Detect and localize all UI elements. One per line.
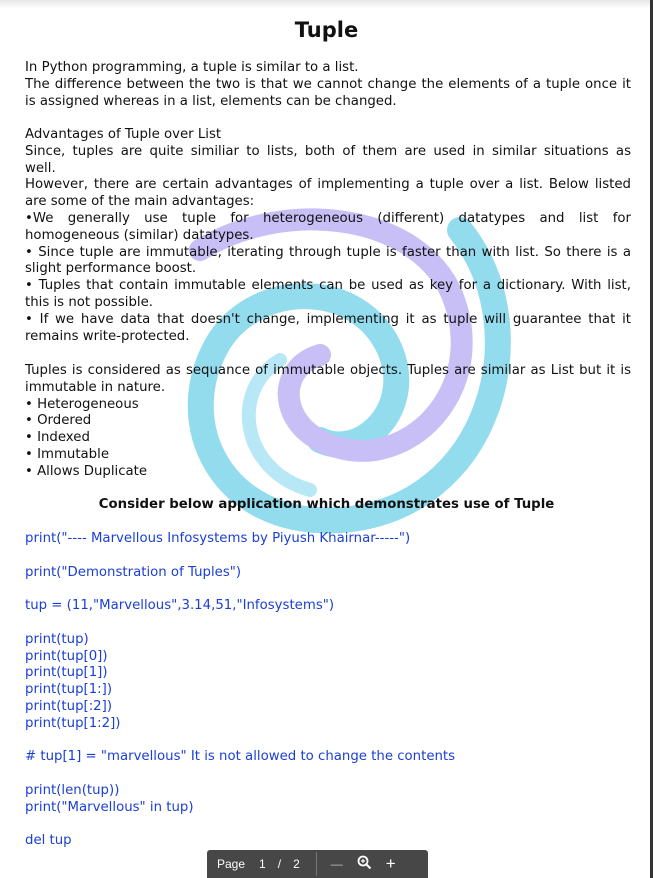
text-line: print("Marvellous" in tup) (25, 799, 194, 815)
code-listing: print("---- Marvellous Infosystems by Pi… (25, 531, 631, 850)
text-line: • If we have data that doesn't change, i… (25, 311, 631, 327)
viewer-top-shadow (0, 0, 653, 8)
page-separator: / (277, 857, 282, 871)
text-line: del tup (25, 833, 72, 849)
current-page-input[interactable]: 1 (259, 857, 266, 871)
text-line: print(tup[1]) (25, 665, 108, 681)
text-line: In Python programming, a tuple is simila… (25, 60, 359, 75)
text-line: • Allows Duplicate (25, 463, 148, 479)
text-line: slight performance boost. (25, 261, 197, 277)
text-line: print(tup[0]) (25, 648, 108, 664)
page-label: Page (217, 857, 246, 871)
text-line: Advantages of Tuple over List (25, 127, 222, 142)
text-line: • Since tuple are immutable, iterating t… (25, 244, 631, 260)
text-line: • Tuples that contain immutable elements… (25, 278, 631, 294)
text-line: •We generally use tuple for heterogeneou… (25, 210, 631, 226)
text-line (25, 548, 631, 565)
text-line: print(tup[:2]) (25, 698, 113, 714)
text-line: • Ordered (25, 413, 92, 429)
text-line: are some of the main advantages: (25, 194, 255, 210)
text-line: Tuples is considered as sequance of immu… (25, 363, 631, 378)
text-line: this is not possible. (25, 294, 154, 310)
text-line: • Immutable (25, 446, 110, 462)
zoom-in-button[interactable]: + (386, 854, 396, 874)
advantages-section: Advantages of Tuple over List Since, tupl… (25, 127, 631, 345)
text-line: However, there are certain advantages of… (25, 177, 631, 193)
text-line (25, 615, 631, 632)
intro-paragraph: In Python programming, a tuple is simila… (25, 60, 631, 110)
pdf-toolbar: Page 1 / 2 — + (207, 850, 428, 878)
text-line: print(tup[1:]) (25, 682, 113, 698)
text-line: print(tup[1:2]) (25, 715, 121, 731)
text-line: immutable in nature. (25, 379, 166, 395)
text-line (25, 581, 631, 598)
text-line: tup = (11,"Marvellous",3.14,51,"Infosyst… (25, 598, 335, 614)
text-line (25, 817, 631, 834)
text-line (25, 733, 631, 750)
total-pages: 2 (293, 857, 300, 871)
text-line (25, 766, 631, 783)
text-line: well. (25, 160, 56, 176)
section-heading: Consider below application which demonst… (98, 497, 555, 512)
text-line: The difference between the two is that w… (25, 76, 631, 92)
text-line: print("Demonstration of Tuples") (25, 564, 242, 580)
text-line: homogeneous (similar) datatypes. (25, 227, 254, 243)
text-line: • Indexed (25, 430, 90, 446)
text-line: • Heterogeneous (25, 396, 139, 412)
zoom-out-button[interactable]: — (331, 857, 343, 871)
text-line: # tup[1] = "marvellous" It is not allowe… (25, 749, 456, 765)
text-line: is assigned whereas in a list, elements … (25, 93, 397, 109)
features-section: Tuples is considered as sequance of immu… (25, 363, 631, 481)
text-line: remains write-protected. (25, 328, 190, 344)
page-title: Tuple (294, 18, 359, 42)
text-line: print(tup) (25, 631, 89, 647)
toolbar-divider (315, 852, 317, 876)
text-line: print(len(tup)) (25, 782, 120, 798)
text-line: print("---- Marvellous Infosystems by Pi… (25, 531, 411, 546)
text-line: Since, tuples are quite similiar to list… (25, 143, 631, 159)
magnifier-icon[interactable] (357, 855, 372, 873)
